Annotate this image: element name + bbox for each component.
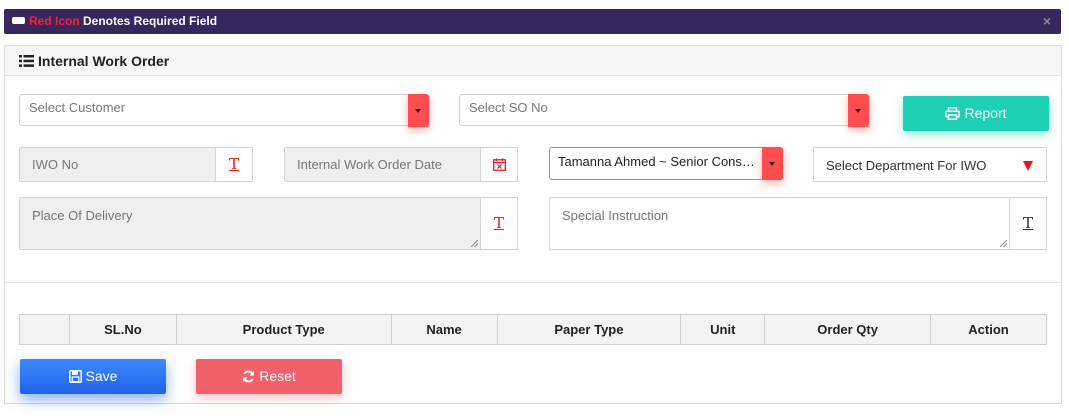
printer-icon	[945, 106, 961, 120]
list-icon	[19, 55, 34, 68]
employee-value: Tamanna Ahmed ~ Senior Consultant	[558, 154, 758, 169]
iwo-date-input[interactable]: Internal Work Order Date	[284, 147, 481, 182]
page-title: Internal Work Order	[38, 53, 170, 69]
report-label: Report	[964, 105, 1007, 121]
report-button[interactable]: Report	[903, 96, 1049, 131]
required-field-notice: Red Icon Denotes Required Field ×	[4, 9, 1061, 34]
special-instruction-textarea[interactable]: Special Instruction	[549, 197, 1010, 250]
card-header: Internal Work Order	[5, 46, 1061, 76]
chevron-down-icon[interactable]	[848, 94, 869, 127]
iwo-no-input[interactable]: IWO No	[19, 147, 216, 182]
department-select[interactable]: Select Department For IWO	[813, 147, 1047, 182]
column-header-name: Name	[390, 314, 498, 345]
special-instruction-placeholder: Special Instruction	[562, 208, 669, 223]
notice-text: Denotes Required Field	[79, 14, 218, 28]
department-value: Select Department For IWO	[826, 158, 987, 173]
save-button[interactable]: Save	[20, 359, 166, 394]
calendar-icon	[493, 158, 506, 171]
column-header-product-type: Product Type	[175, 314, 392, 345]
column-header-select	[19, 314, 70, 345]
iwo-date-placeholder: Internal Work Order Date	[297, 157, 442, 172]
internal-work-order-card: Internal Work Order Select Customer Sele…	[4, 45, 1062, 404]
chevron-down-icon[interactable]	[408, 94, 429, 127]
reset-button[interactable]: Reset	[196, 359, 342, 394]
customer-select[interactable]: Select Customer	[19, 94, 429, 127]
employee-select[interactable]: Tamanna Ahmed ~ Senior Consultant	[549, 147, 783, 180]
column-header-action: Action	[930, 314, 1047, 345]
resize-grip-icon[interactable]	[471, 240, 478, 247]
text-type-icon: T	[228, 155, 239, 173]
so-no-placeholder: Select SO No	[469, 100, 548, 115]
save-label: Save	[85, 368, 118, 384]
column-header-sl-no: SL.No	[68, 314, 177, 345]
text-type-addon: T	[216, 147, 253, 182]
floppy-disk-icon	[68, 369, 82, 383]
so-no-select[interactable]: Select SO No	[459, 94, 869, 127]
close-icon[interactable]: ×	[1043, 9, 1051, 34]
text-type-addon: T	[481, 197, 518, 250]
table-header-row: SL.No Product Type Name Paper Type Unit …	[19, 314, 1047, 345]
section-divider	[5, 282, 1061, 283]
column-header-paper-type: Paper Type	[496, 314, 682, 345]
triangle-down-icon	[1023, 161, 1033, 171]
text-type-addon: T	[1010, 197, 1047, 250]
resize-grip-icon[interactable]	[1000, 240, 1007, 247]
order-items-table: SL.No Product Type Name Paper Type Unit …	[19, 314, 1047, 345]
place-of-delivery-textarea[interactable]: Place Of Delivery	[19, 197, 481, 250]
place-of-delivery-placeholder: Place Of Delivery	[32, 208, 133, 223]
customer-placeholder: Select Customer	[29, 100, 126, 115]
iwo-no-placeholder: IWO No	[32, 157, 79, 172]
column-header-order-qty: Order Qty	[764, 314, 932, 345]
reset-label: Reset	[259, 368, 296, 384]
text-type-icon: T	[493, 214, 504, 232]
column-header-unit: Unit	[680, 314, 766, 345]
calendar-addon[interactable]	[481, 147, 518, 182]
chevron-down-icon[interactable]	[762, 147, 783, 180]
notice-highlight: Red Icon	[29, 14, 80, 28]
text-type-icon: T	[1022, 214, 1033, 232]
refresh-icon	[243, 370, 255, 383]
pointing-hand-icon	[12, 17, 25, 25]
